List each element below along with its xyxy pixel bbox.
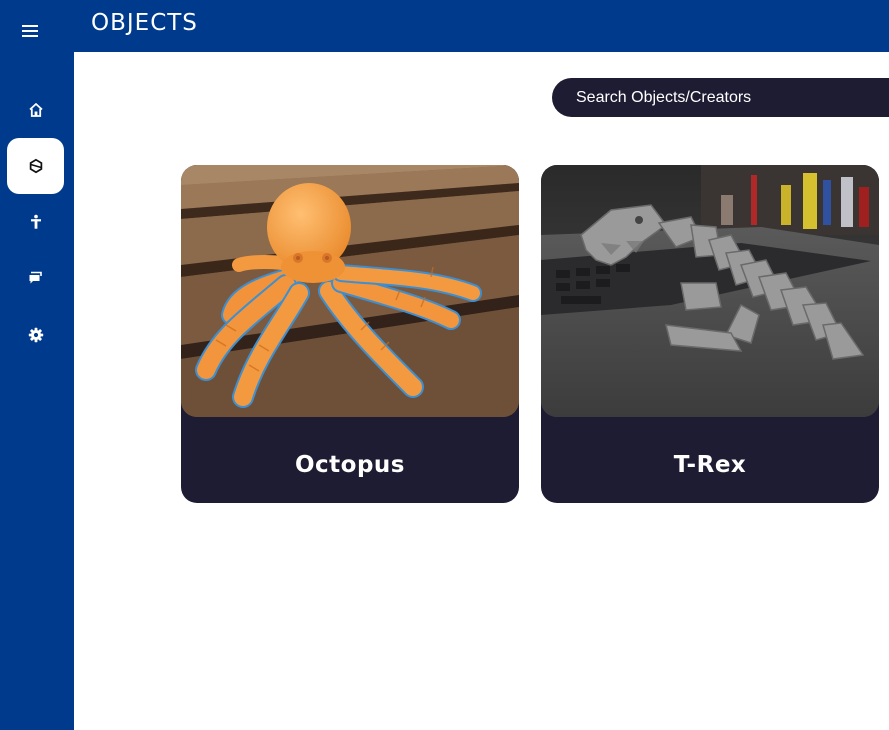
sidebar-item-home[interactable] xyxy=(7,82,64,138)
object-icon xyxy=(29,158,42,174)
octopus-image xyxy=(181,165,519,417)
sidebar xyxy=(0,0,74,730)
object-card-trex[interactable]: T-Rex xyxy=(541,165,879,503)
object-card-octopus[interactable]: Octopus xyxy=(181,165,519,503)
sidebar-item-objects[interactable] xyxy=(7,138,64,194)
app-root: OBJECTS Search Objects/Creators Octopus … xyxy=(0,0,889,730)
sidebar-item-person[interactable] xyxy=(7,194,64,250)
home-icon xyxy=(28,103,43,117)
search-bar[interactable] xyxy=(552,78,889,117)
card-title: Octopus xyxy=(294,452,405,478)
hamburger-menu-icon[interactable] xyxy=(21,22,39,40)
sidebar-item-settings[interactable] xyxy=(7,307,64,363)
top-bar: OBJECTS xyxy=(74,0,889,52)
chat-icon xyxy=(29,271,42,284)
gear-icon xyxy=(28,327,43,343)
person-icon xyxy=(30,214,41,229)
page-title: OBJECTS xyxy=(91,10,198,36)
sidebar-item-chat[interactable] xyxy=(7,250,64,306)
search-input[interactable] xyxy=(576,88,876,107)
trex-image xyxy=(541,165,879,417)
card-title: T-Rex xyxy=(673,452,747,478)
